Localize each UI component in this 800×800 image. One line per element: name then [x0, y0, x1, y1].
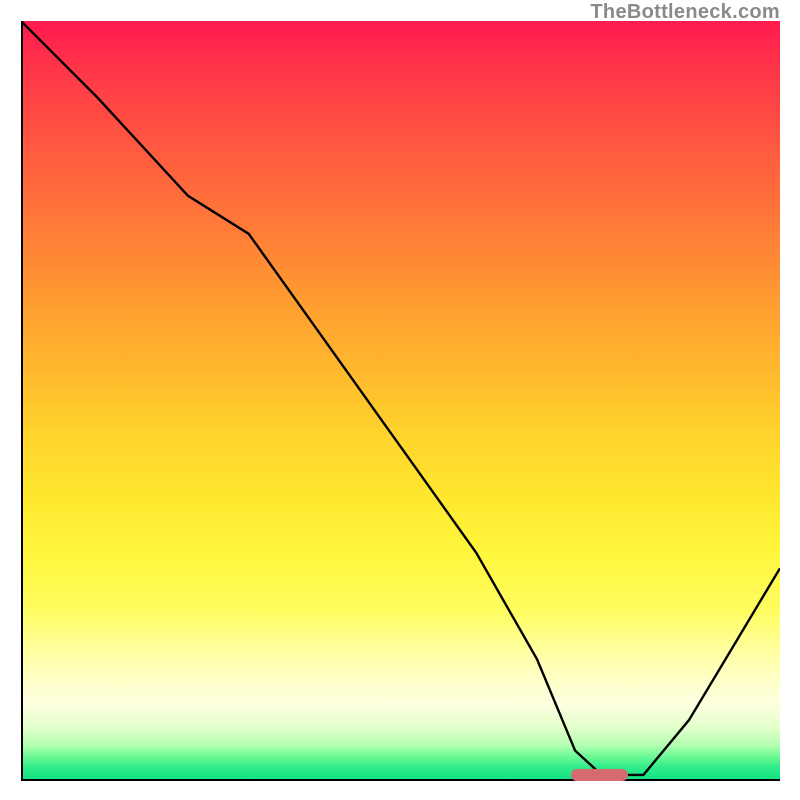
watermark-text: TheBottleneck.com [590, 1, 780, 24]
plot-area [21, 21, 780, 781]
optimal-marker [571, 769, 628, 781]
chart-container: TheBottleneck.com [0, 0, 800, 800]
